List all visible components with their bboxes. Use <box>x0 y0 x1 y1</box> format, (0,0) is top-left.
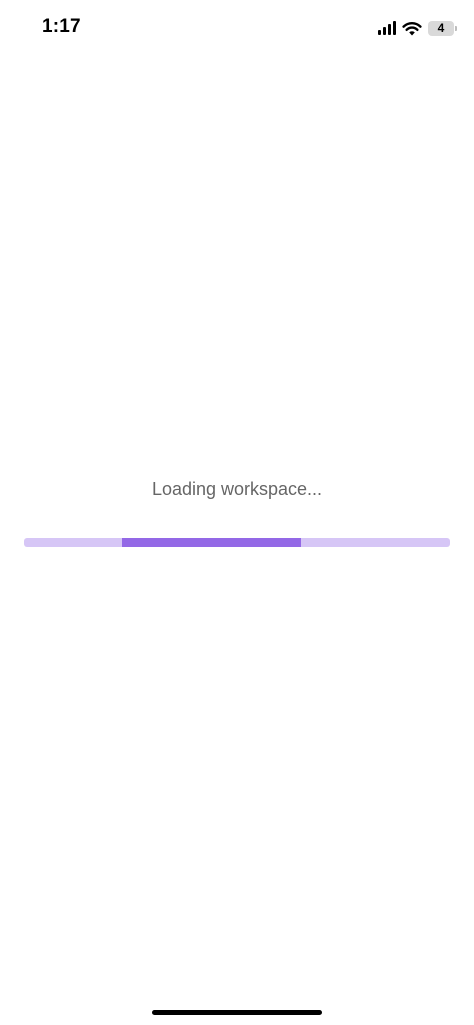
progress-bar-fill <box>121 538 301 547</box>
battery-icon: 4 <box>428 20 457 36</box>
wifi-icon <box>402 22 422 36</box>
status-icons: 4 <box>378 18 457 38</box>
progress-bar <box>24 538 450 547</box>
status-time: 1:17 <box>42 16 81 37</box>
loading-message: Loading workspace... <box>151 479 323 499</box>
loading-screen: 1:17 4 Loading workspace... <box>0 0 474 1025</box>
cellular-signal-icon <box>378 21 396 35</box>
home-indicator[interactable] <box>152 1010 322 1015</box>
battery-level: 4 <box>437 21 445 35</box>
status-bar: 1:17 4 <box>0 0 474 56</box>
